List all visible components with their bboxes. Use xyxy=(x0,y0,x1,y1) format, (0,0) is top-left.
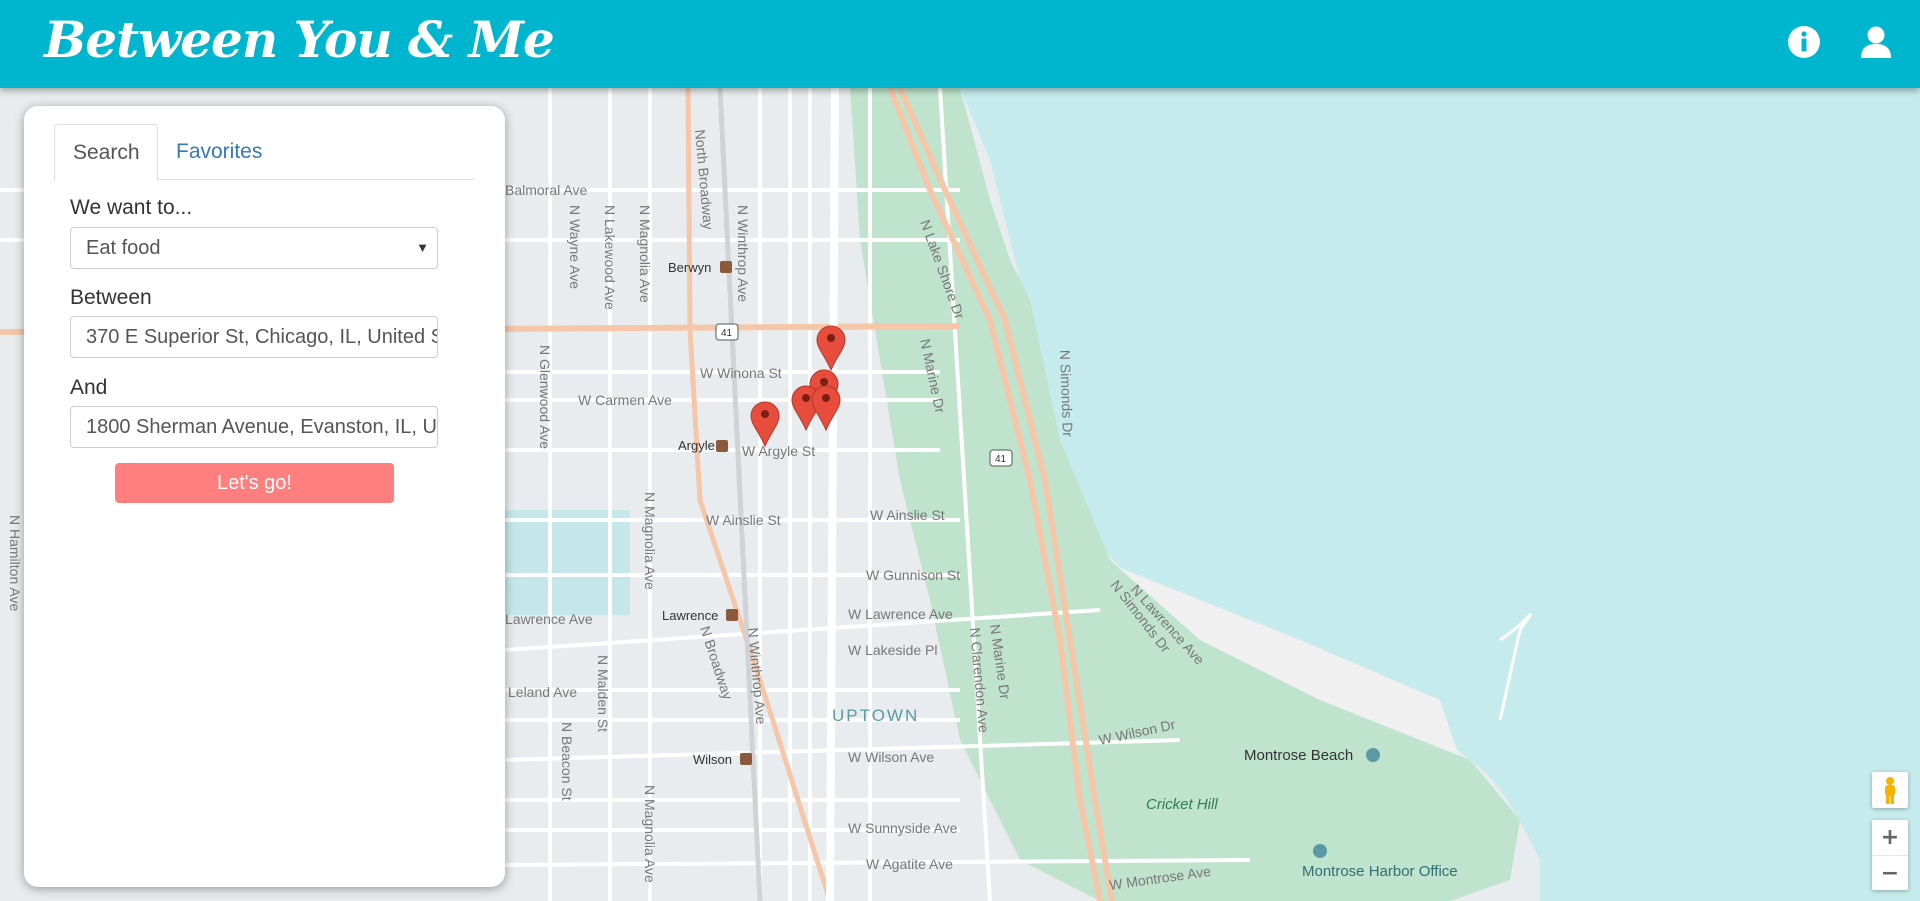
station-icon xyxy=(720,261,732,273)
map-street-label: W Gunnison St xyxy=(866,567,960,583)
station-label: Argyle xyxy=(678,438,715,453)
app-logo[interactable]: Between You & Me xyxy=(44,10,555,69)
map-street-label: N Simonds Dr xyxy=(1057,350,1076,438)
activity-label: We want to... xyxy=(70,196,193,219)
activity-select[interactable]: Eat food ▼ xyxy=(70,227,438,269)
map-street-label: N Magnolia Ave xyxy=(642,492,658,590)
end-address-input[interactable]: 1800 Sherman Avenue, Evanston, IL, Unite… xyxy=(70,406,438,448)
map-street-label: W Wilson Ave xyxy=(848,749,934,765)
route-shield: 41 xyxy=(995,454,1007,465)
map-street-label: N Magnolia Ave xyxy=(642,785,658,883)
map-street-label: W Ainslie St xyxy=(870,507,945,523)
map-street-label: N Glenwood Ave xyxy=(537,345,553,449)
start-address-input[interactable]: 370 E Superior St, Chicago, IL, United S… xyxy=(70,316,438,358)
place-label: Montrose Harbor Office xyxy=(1302,863,1458,880)
station-label: Wilson xyxy=(693,752,732,767)
station-icon xyxy=(740,753,752,765)
place-label: Montrose Beach xyxy=(1244,747,1353,764)
station-icon xyxy=(726,609,738,621)
user-icon[interactable] xyxy=(1856,22,1896,62)
panel-tabs: Search Favorites xyxy=(54,124,474,181)
map-street-label: N Lakewood Ave xyxy=(602,205,618,310)
station-label: Berwyn xyxy=(668,260,711,275)
station-label: Lawrence xyxy=(662,608,718,623)
map-street-label: N Hamilton Ave xyxy=(7,515,23,611)
map-street-label: N Wayne Ave xyxy=(567,205,583,289)
place-icon xyxy=(1313,844,1327,858)
map-street-label: W Lawrence Ave xyxy=(848,606,953,622)
map-street-label: N Beacon St xyxy=(559,722,575,801)
zoom-out-button[interactable]: − xyxy=(1872,855,1908,890)
place-icon xyxy=(1366,748,1380,762)
map-street-label: W Sunnyside Ave xyxy=(848,820,958,836)
search-panel: Search Favorites We want to... Eat food … xyxy=(24,106,505,887)
map-street-label: W Winona St xyxy=(700,365,782,381)
map-street-label: N Malden St xyxy=(595,655,611,732)
submit-button[interactable]: Let's go! xyxy=(115,463,394,503)
app-header: Between You & Me xyxy=(0,0,1920,88)
tab-favorites[interactable]: Favorites xyxy=(158,124,280,180)
map-street-label: W Lakeside Pl xyxy=(848,642,937,658)
map-street-label: W Agatite Ave xyxy=(866,856,953,872)
chevron-down-icon: ▼ xyxy=(416,240,429,255)
map-street-label: Leland Ave xyxy=(508,684,577,700)
map-street-label: W Argyle St xyxy=(742,443,815,459)
activity-select-value: Eat food xyxy=(86,237,161,259)
zoom-control: + − xyxy=(1872,820,1908,890)
and-label: And xyxy=(70,376,108,399)
tab-search[interactable]: Search xyxy=(54,124,158,181)
map-street-label: Lawrence Ave xyxy=(505,611,593,627)
map-street-label: W Carmen Ave xyxy=(578,392,672,408)
place-label: Cricket Hill xyxy=(1146,796,1218,813)
zoom-in-button[interactable]: + xyxy=(1872,820,1908,855)
map-street-label: N Winthrop Ave xyxy=(735,205,751,302)
pegman-icon xyxy=(1885,777,1895,804)
route-shield: 41 xyxy=(721,328,733,339)
neighborhood-label: UPTOWN xyxy=(832,706,919,725)
pegman-control[interactable] xyxy=(1872,772,1908,808)
station-icon xyxy=(716,440,728,452)
map-street-label: Balmoral Ave xyxy=(505,182,587,198)
info-icon[interactable] xyxy=(1784,22,1824,62)
map-street-label: W Ainslie St xyxy=(706,512,781,528)
between-label: Between xyxy=(70,286,152,309)
map-street-label: N Magnolia Ave xyxy=(637,205,653,303)
